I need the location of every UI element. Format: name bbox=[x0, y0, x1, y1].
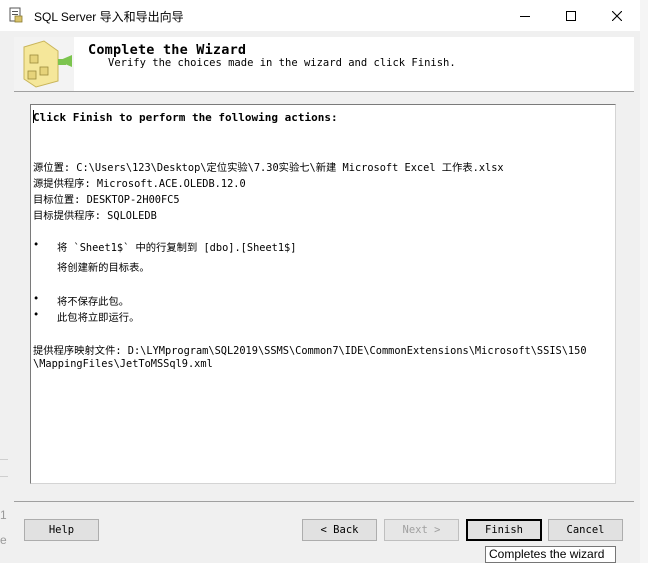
back-button[interactable]: < Back bbox=[302, 519, 377, 541]
mapping-file-line1: 提供程序映射文件: D:\LYMprogram\SQL2019\SSMS\Com… bbox=[33, 345, 587, 357]
copy-action: 将 `Sheet1$` 中的行复制到 [dbo].[Sheet1$] bbox=[57, 242, 297, 254]
wizard-window: SQL Server 导入和导出向导 Complete the Wizard V… bbox=[0, 0, 641, 563]
background-line bbox=[0, 459, 8, 460]
page-subtitle: Verify the choices made in the wizard an… bbox=[108, 57, 456, 69]
minimize-button[interactable] bbox=[502, 0, 548, 31]
window-title: SQL Server 导入和导出向导 bbox=[34, 10, 184, 24]
target-location: 目标位置: DESKTOP-2H00FC5 bbox=[33, 194, 180, 206]
background-text: 1 bbox=[0, 508, 7, 522]
title-bar[interactable]: SQL Server 导入和导出向导 bbox=[0, 0, 640, 31]
page-title: Complete the Wizard bbox=[88, 42, 247, 58]
footer-divider bbox=[14, 501, 634, 502]
background-line bbox=[0, 476, 8, 477]
close-icon bbox=[612, 10, 622, 21]
wizard-app-icon bbox=[9, 7, 23, 23]
next-button[interactable]: Next > bbox=[384, 519, 459, 541]
background-text: e bbox=[0, 533, 7, 547]
mapping-file-line2: \MappingFiles\JetToMSSql9.xml bbox=[33, 358, 213, 370]
copy-action-sub: 将创建新的目标表。 bbox=[57, 262, 150, 274]
minimize-icon bbox=[520, 15, 530, 17]
summary-heading: Click Finish to perform the following ac… bbox=[33, 111, 338, 124]
not-save-text: 将不保存此包。 bbox=[57, 296, 130, 308]
background-window-edge bbox=[640, 0, 648, 563]
header-divider bbox=[14, 91, 634, 92]
bullet-not-save: • bbox=[33, 293, 40, 305]
maximize-icon bbox=[566, 10, 576, 21]
bullet-run-now: • bbox=[33, 309, 40, 321]
source-location: 源位置: C:\Users\123\Desktop\定位实验\7.30实验七\新… bbox=[33, 162, 504, 174]
finish-button[interactable]: Finish bbox=[466, 519, 542, 541]
run-now-text: 此包将立即运行。 bbox=[57, 312, 140, 324]
close-button[interactable] bbox=[594, 0, 640, 31]
source-provider: 源提供程序: Microsoft.ACE.OLEDB.12.0 bbox=[33, 178, 246, 190]
wizard-header: Complete the Wizard Verify the choices m… bbox=[14, 37, 634, 91]
background-window-left: 1 e bbox=[0, 456, 8, 563]
wizard-graphic-icon bbox=[14, 37, 74, 91]
cancel-button[interactable]: Cancel bbox=[548, 519, 623, 541]
maximize-button[interactable] bbox=[548, 0, 594, 31]
help-button[interactable]: Help bbox=[24, 519, 99, 541]
summary-textbox[interactable]: Click Finish to perform the following ac… bbox=[30, 104, 616, 484]
bullet-copy: • bbox=[33, 239, 40, 251]
target-provider: 目标提供程序: SQLOLEDB bbox=[33, 210, 157, 222]
finish-tooltip: Completes the wizard bbox=[485, 546, 616, 563]
summary-content: Click Finish to perform the following ac… bbox=[33, 109, 613, 481]
